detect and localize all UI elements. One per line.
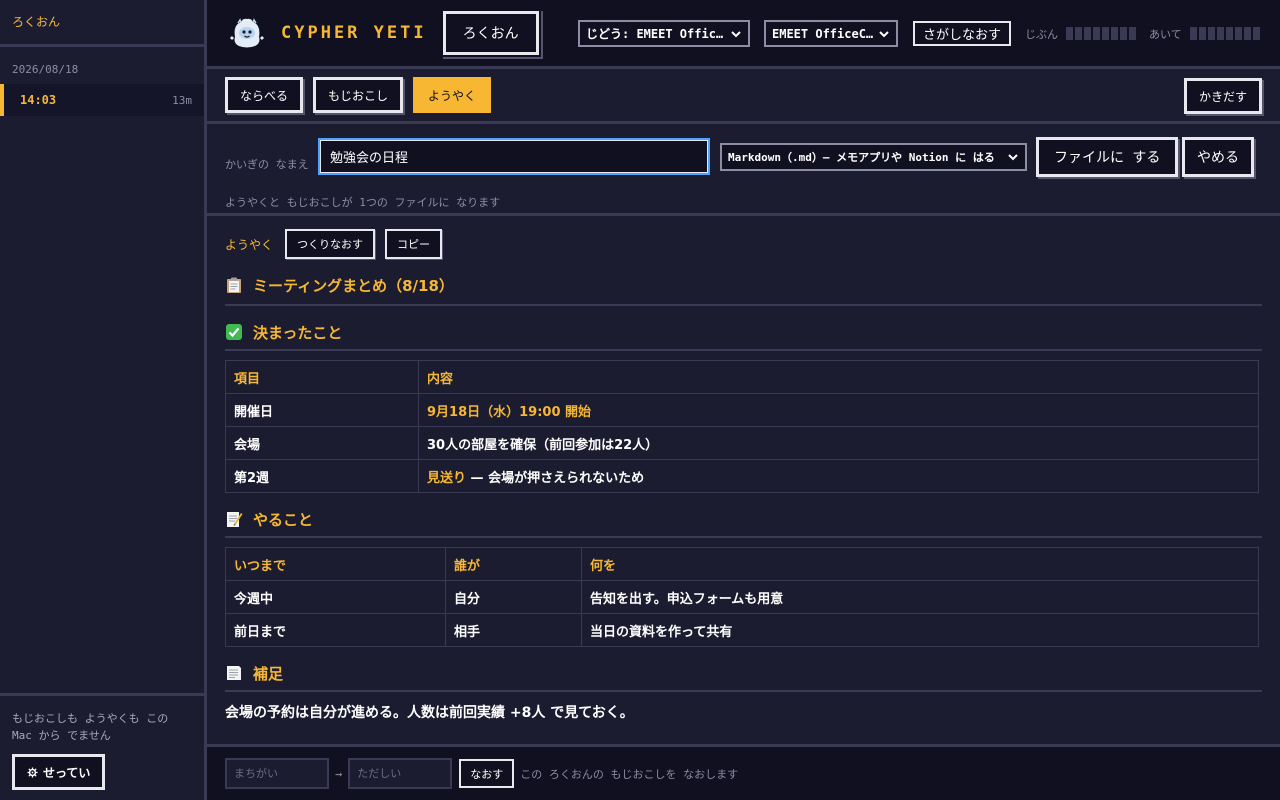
wrong-word-input[interactable] (225, 758, 329, 789)
tab-transcript[interactable]: もじおこし (313, 77, 404, 113)
meeting-name-label: かいぎの なまえ (225, 158, 309, 171)
brand-name: CYPHER YETI (281, 23, 427, 43)
notes-heading-text: 補足 (253, 664, 284, 683)
main-panel: CYPHER YETI ろくおん じどう: EMEET Office… EMEE… (207, 0, 1280, 800)
sidebar: ろくおん 2026/08/18 14:03 13m もじおこしも ようやくも こ… (0, 0, 207, 800)
decided-heading: 決まったこと (225, 319, 1262, 351)
check-mark-icon (226, 324, 242, 340)
self-meter-label: じぶん (1025, 27, 1059, 41)
table-cell: 前日まで (225, 613, 446, 647)
todo-heading: やること (225, 506, 1262, 538)
note-icon (227, 666, 241, 680)
summary-title-text: ミーティングまとめ（8/18） (253, 276, 454, 295)
format-select[interactable]: Markdown（.md）— メモアプリや Notion に はる (720, 143, 1027, 171)
table-cell: 告知を出す。申込フォームも用意 (581, 580, 1259, 614)
chevron-down-icon (879, 30, 889, 37)
table-row: 第2週 見送り — 会場が押さえられないため (225, 459, 1259, 493)
export-button[interactable]: かきだす (1183, 78, 1262, 114)
gear-icon (27, 766, 38, 778)
mic-device-value: EMEET OfficeCo… (772, 26, 874, 41)
table-cell: 相手 (445, 613, 582, 647)
app-root: ろくおん 2026/08/18 14:03 13m もじおこしも ようやくも こ… (0, 0, 1280, 800)
settings-button[interactable]: せってい (12, 754, 106, 790)
export-form: かいぎの なまえ Markdown（.md）— メモアプリや Notion に … (207, 124, 1280, 216)
chevron-down-icon (1008, 154, 1018, 161)
table-cell: 見送り — 会場が押さえられないため (418, 459, 1259, 493)
summary-label: ようやく (225, 237, 274, 252)
highlight-text: 見送り (427, 470, 467, 486)
table-row: 今週中 自分 告知を出す。申込フォームも用意 (225, 580, 1259, 614)
table-cell: 当日の資料を作って共有 (581, 613, 1259, 647)
tab-timeline[interactable]: ならべる (225, 77, 304, 113)
summary-title: ミーティングまとめ（8/18） (225, 272, 1262, 306)
tab-summary[interactable]: ようやく (413, 77, 492, 113)
table-header: 誰が (445, 547, 582, 581)
decided-heading-text: 決まったこと (253, 323, 343, 342)
other-meter-label: あいて (1149, 27, 1182, 41)
table-header-row: 項目 内容 (225, 360, 1259, 394)
table-row: 開催日 9月18日（水）19:00 開始 (225, 393, 1259, 427)
todo-heading-text: やること (253, 510, 314, 529)
privacy-note: もじおこしも ようやくも この Mac から でません (12, 712, 169, 742)
input-device-select[interactable]: じどう: EMEET Office… (578, 20, 750, 47)
sidebar-footer: もじおこしも ようやくも この Mac から でません せってい (0, 693, 204, 800)
notes-heading: 補足 (225, 660, 1262, 692)
copy-button[interactable]: コピー (385, 229, 443, 259)
sidebar-title: ろくおん (0, 0, 204, 47)
table-header: 何を (581, 547, 1259, 581)
cancel-button[interactable]: やめる (1182, 137, 1254, 177)
notes-text: 会場の予約は自分が進める。人数は前回実績 +8人 で見ておく。 (225, 705, 634, 721)
decided-table: 項目 内容 開催日 9月18日（水）19:00 開始 会場 30人の部屋を確保（… (225, 360, 1259, 493)
app-header: CYPHER YETI ろくおん じどう: EMEET Office… EMEE… (207, 0, 1280, 69)
memo-icon (227, 512, 243, 527)
yeti-logo (229, 18, 265, 48)
summary-toolbar: ようやく つくりなおす コピー (225, 228, 1262, 260)
other-level-meter (1189, 27, 1260, 40)
input-device-value: じどう: EMEET Office… (586, 27, 726, 41)
table-header: 内容 (418, 360, 1259, 394)
summary-document: ミーティングまとめ（8/18） 決まったこと 項目 内容 開催日 9月18日（水… (225, 272, 1262, 722)
table-header: 項目 (225, 360, 419, 394)
table-cell: 自分 (445, 580, 582, 614)
mic-device-select[interactable]: EMEET OfficeCo… (764, 20, 898, 47)
table-cell: 会場 (225, 426, 419, 460)
table-cell: 30人の部屋を確保（前回参加は22人） (418, 426, 1259, 460)
rescan-button[interactable]: さがしなおす (913, 21, 1012, 46)
table-cell: 9月18日（水）19:00 開始 (418, 393, 1259, 427)
table-cell: 今週中 (225, 580, 446, 614)
table-row: 会場 30人の部屋を確保（前回参加は22人） (225, 426, 1259, 460)
correction-note: この ろくおんの もじおこしを なおします (520, 767, 739, 781)
format-value: Markdown（.md）— メモアプリや Notion に はる (728, 151, 995, 164)
correction-bar: → なおす この ろくおんの もじおこしを なおします (207, 744, 1280, 800)
table-row: 前日まで 相手 当日の資料を作って共有 (225, 613, 1259, 647)
table-header: いつまで (225, 547, 446, 581)
todo-table: いつまで 誰が 何を 今週中 自分 告知を出す。申込フォームも用意 前日まで 相… (225, 547, 1259, 647)
apply-fix-button[interactable]: なおす (459, 759, 515, 788)
table-header-row: いつまで 誰が 何を (225, 547, 1259, 581)
record-button[interactable]: ろくおん (442, 11, 539, 55)
recording-item[interactable]: 14:03 13m (0, 84, 204, 116)
recording-date: 2026/08/18 (12, 63, 79, 76)
clipboard-icon (227, 277, 241, 293)
save-file-button[interactable]: ファイルに する (1036, 137, 1179, 177)
regenerate-button[interactable]: つくりなおす (285, 229, 376, 259)
view-tabs: ならべる もじおこし ようやく かきだす (207, 69, 1280, 124)
correct-word-input[interactable] (348, 758, 453, 789)
recording-duration: 13m (172, 93, 192, 107)
chevron-down-icon (731, 30, 741, 37)
meeting-name-input[interactable] (318, 138, 710, 175)
export-note: ようやくと もじおこしが 1つの ファイルに なります (225, 196, 501, 209)
table-cell: 開催日 (225, 393, 419, 427)
summary-panel: ようやく つくりなおす コピー ミーティングまとめ（8/18） 決まったこと 項… (207, 216, 1280, 744)
self-level-meter (1066, 27, 1137, 40)
settings-label: せってい (43, 765, 91, 780)
cell-text: — 会場が押さえられないため (466, 470, 645, 486)
header-controls: じどう: EMEET Office… EMEET OfficeCo… さがしなお… (578, 20, 1260, 47)
table-cell: 第2週 (225, 459, 419, 493)
recording-time: 14:03 (20, 93, 57, 107)
arrow-icon: → (335, 766, 343, 781)
